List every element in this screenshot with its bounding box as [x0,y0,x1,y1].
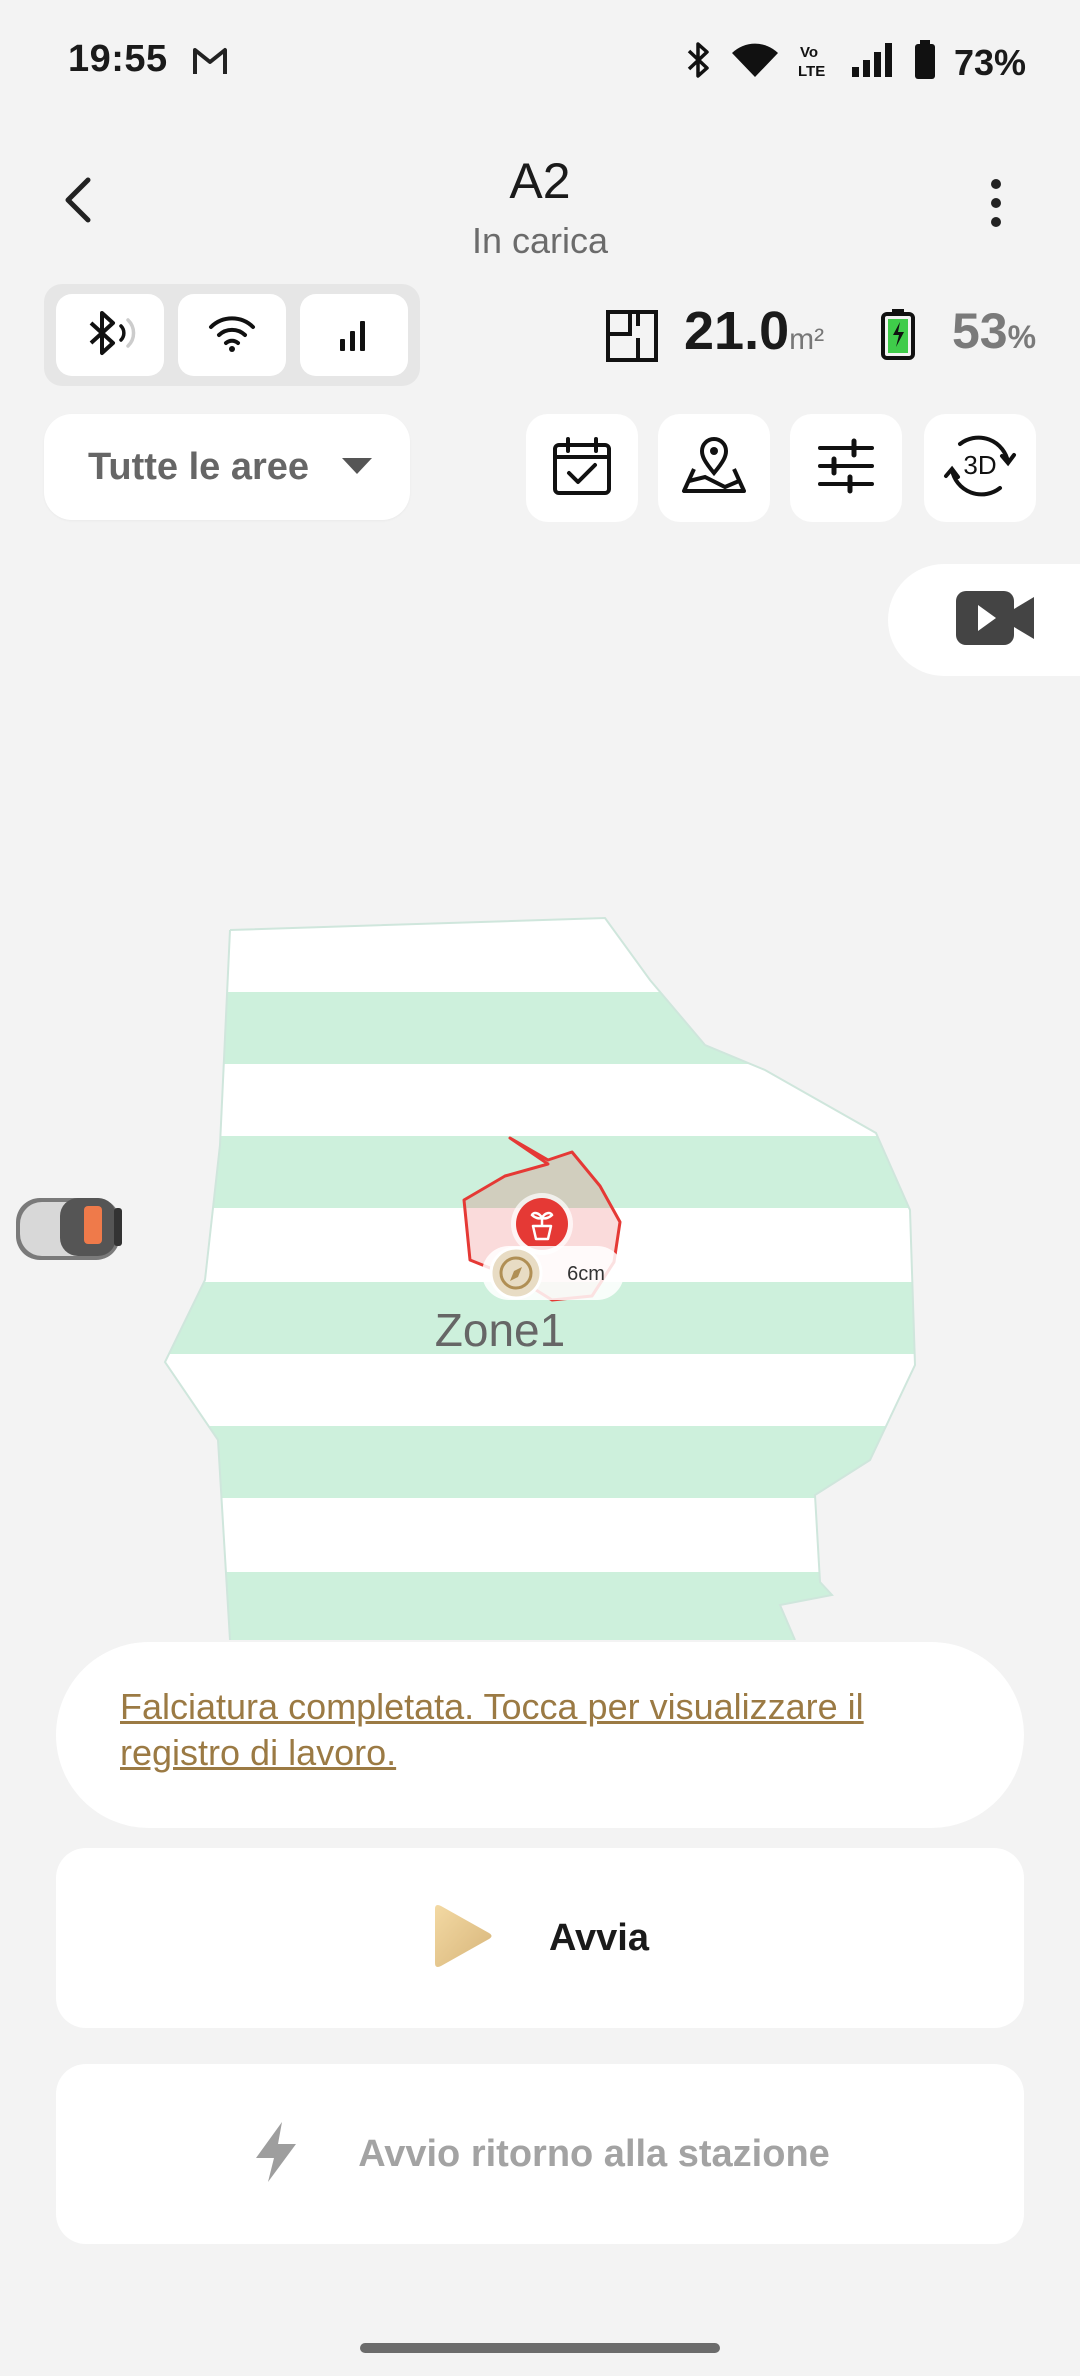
work-log-notice[interactable]: Falciatura completata. Tocca per visuali… [56,1642,1024,1828]
work-log-link[interactable]: Falciatura completata. Tocca per visuali… [120,1686,864,1773]
volte-icon: Vo LTE [798,41,832,84]
3d-view-icon: 3D [942,428,1018,509]
map-edit-button[interactable] [658,414,770,522]
start-label: Avvia [549,1916,649,1959]
mower-battery-unit: % [1007,319,1037,355]
battery-icon [914,40,936,85]
camera-icon [954,589,1036,652]
cutting-height-label: 6cm [567,1263,605,1285]
bluetooth-button[interactable] [56,294,164,376]
cutting-height-badge[interactable]: 6cm [482,1246,624,1300]
schedule-button[interactable] [526,414,638,522]
mower-battery-value: 53 [952,303,1008,359]
svg-text:3D: 3D [963,450,996,480]
device-status: In carica [471,220,609,261]
play-icon [431,1903,493,1974]
settings-sliders-icon [816,438,876,499]
bluetooth-icon [83,306,137,365]
schedule-icon [551,435,613,502]
signal-icon [850,41,896,84]
3d-view-button[interactable]: 3D [924,414,1036,522]
wifi-icon [207,313,257,358]
area-filter-label: Tutte le aree [88,445,310,488]
cellular-signal-icon [334,313,374,358]
page-title: A2 [509,153,571,209]
connectivity-group [44,284,420,386]
mower-battery: 53% [952,302,1036,360]
return-to-station-button[interactable]: Avvio ritorno alla stazione [56,2064,1024,2244]
more-vert-icon[interactable] [984,176,1008,237]
status-time: 19:55 [68,38,168,80]
gmail-icon [192,46,228,81]
live-video-button[interactable] [888,564,1080,676]
wifi-icon [730,41,780,84]
lawn-map[interactable]: 6cm Zone1 [0,880,1080,1641]
start-button[interactable]: Avvia [56,1848,1024,2028]
bluetooth-icon [686,41,712,84]
svg-text:Vo: Vo [800,44,818,61]
area-icon [604,308,660,369]
return-to-station-label: Avvio ritorno alla stazione [358,2132,830,2175]
wifi-button[interactable] [178,294,286,376]
obstacle-marker[interactable] [511,1193,573,1255]
mowed-area-unit: m² [789,323,825,356]
mower-icon [16,1198,122,1260]
status-icons: Vo LTE 73% [686,40,1026,85]
lightning-icon [250,2120,302,2189]
mower-battery-icon [880,308,916,365]
mowed-area-value: 21.0 [684,301,790,361]
status-bar: 19:55 Vo LTE 73% [0,0,1080,120]
map-edit-icon [680,435,748,502]
zone-label: Zone1 [435,1304,565,1356]
battery-percentage: 73% [953,41,1026,83]
mowed-area: 21.0m² [684,300,824,362]
cellular-button[interactable] [300,294,408,376]
chevron-down-icon [342,458,372,474]
home-indicator[interactable] [360,2343,720,2353]
area-filter-dropdown[interactable]: Tutte le aree [44,414,410,520]
svg-text:LTE: LTE [798,63,825,79]
settings-button[interactable] [790,414,902,522]
